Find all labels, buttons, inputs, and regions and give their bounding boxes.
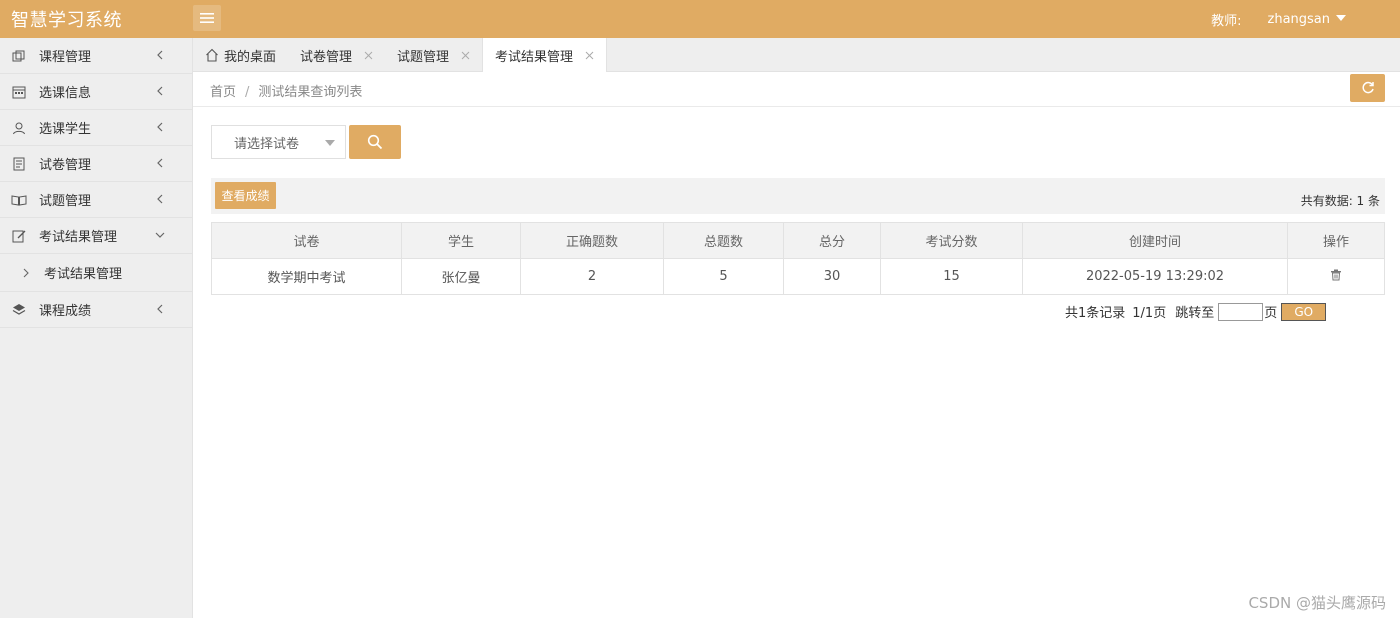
tab-paper-management[interactable]: 试卷管理 bbox=[288, 38, 385, 72]
pager-page-info: 1/1页 bbox=[1132, 306, 1167, 321]
sidebar-item-selected-students[interactable]: 选课学生 bbox=[0, 110, 192, 146]
sidebar-item-label: 选课信息 bbox=[39, 86, 92, 101]
calendar-icon bbox=[11, 84, 27, 100]
chevron-left-icon bbox=[157, 50, 163, 60]
username[interactable]: zhangsan bbox=[1268, 12, 1331, 27]
chevron-down-icon bbox=[155, 232, 165, 238]
cell-student: 张亿曼 bbox=[401, 258, 521, 295]
home-icon bbox=[206, 48, 218, 62]
column-header-total-questions: 总题数 bbox=[663, 222, 784, 259]
column-header-actions: 操作 bbox=[1287, 222, 1385, 259]
course-icon bbox=[11, 48, 27, 64]
pager-page-suffix: 页 bbox=[1264, 306, 1278, 321]
cell-total-score: 30 bbox=[783, 258, 881, 295]
paper-select[interactable]: 请选择试卷 bbox=[211, 125, 346, 159]
chevron-left-icon bbox=[157, 122, 163, 132]
chevron-right-icon bbox=[23, 268, 29, 277]
tab-bar: 我的桌面 试卷管理 试题管理 考试结果管理 bbox=[193, 38, 1400, 72]
sidebar-item-label: 试题管理 bbox=[39, 194, 92, 209]
role-label: 教师: bbox=[1211, 14, 1242, 29]
cell-correct: 2 bbox=[520, 258, 664, 295]
sidebar-item-label: 课程管理 bbox=[39, 50, 92, 65]
total-count: 共有数据: 1 条 bbox=[1300, 194, 1380, 208]
delete-icon[interactable] bbox=[1330, 269, 1342, 281]
tab-label: 试题管理 bbox=[397, 49, 450, 65]
column-header-student: 学生 bbox=[401, 222, 521, 259]
sidebar-item-label: 试卷管理 bbox=[39, 158, 92, 173]
refresh-button[interactable] bbox=[1350, 74, 1385, 102]
column-header-exam-score: 考试分数 bbox=[880, 222, 1023, 259]
sidebar: 课程管理 选课信息 选课学生 试卷管理 试题管理 考试结果管理 考试结果管理 课… bbox=[0, 38, 193, 618]
menu-toggle-button[interactable] bbox=[193, 5, 221, 31]
sidebar-item-question-management[interactable]: 试题管理 bbox=[0, 182, 192, 218]
search-icon bbox=[367, 134, 383, 150]
tab-question-management[interactable]: 试题管理 bbox=[385, 38, 482, 72]
view-grades-button[interactable]: 查看成绩 bbox=[215, 182, 276, 209]
sidebar-item-course-grades[interactable]: 课程成绩 bbox=[0, 292, 192, 328]
sidebar-item-label: 考试结果管理 bbox=[39, 230, 118, 245]
cell-paper: 数学期中考试 bbox=[211, 258, 402, 295]
pagination: 共1条记录 1/1页 跳转至 页 GO bbox=[1065, 302, 1327, 321]
results-table: 试卷 学生 正确题数 总题数 总分 考试分数 创建时间 操作 数学期中考试 张亿… bbox=[211, 222, 1385, 295]
layers-icon bbox=[11, 302, 27, 318]
user-area[interactable]: 教师: zhangsan bbox=[1211, 10, 1346, 29]
sidebar-item-paper-management[interactable]: 试卷管理 bbox=[0, 146, 192, 182]
table-row: 数学期中考试 张亿曼 2 5 30 15 2022-05-19 13:29:02 bbox=[211, 258, 1385, 295]
pager-jump-label: 跳转至 bbox=[1175, 306, 1215, 321]
breadcrumb-row: 首页 / 测试结果查询列表 bbox=[193, 72, 1400, 107]
tab-label: 我的桌面 bbox=[224, 49, 277, 65]
breadcrumb-home[interactable]: 首页 bbox=[210, 85, 236, 100]
sidebar-item-selection-info[interactable]: 选课信息 bbox=[0, 74, 192, 110]
sidebar-item-exam-results[interactable]: 考试结果管理 bbox=[0, 218, 192, 254]
search-button[interactable] bbox=[349, 125, 401, 159]
column-header-correct: 正确题数 bbox=[520, 222, 664, 259]
tab-my-desktop[interactable]: 我的桌面 bbox=[193, 38, 288, 72]
breadcrumb-current: 测试结果查询列表 bbox=[258, 85, 363, 100]
cell-actions bbox=[1287, 258, 1385, 295]
breadcrumb-separator: / bbox=[245, 85, 250, 100]
cell-total-questions: 5 bbox=[663, 258, 784, 295]
user-icon bbox=[11, 120, 27, 136]
breadcrumb: 首页 / 测试结果查询列表 bbox=[210, 81, 362, 100]
caret-down-icon[interactable] bbox=[1336, 14, 1346, 21]
refresh-icon bbox=[1361, 81, 1374, 94]
close-icon[interactable] bbox=[585, 51, 594, 60]
chevron-left-icon bbox=[157, 194, 163, 204]
chevron-left-icon bbox=[157, 86, 163, 96]
table-toolbar: 查看成绩 共有数据: 1 条 bbox=[211, 178, 1385, 214]
cell-created-time: 2022-05-19 13:29:02 bbox=[1022, 258, 1288, 295]
watermark: CSDN @猫头鹰源码 bbox=[1248, 594, 1386, 612]
close-icon[interactable] bbox=[364, 51, 373, 60]
sidebar-subitem-exam-results[interactable]: 考试结果管理 bbox=[0, 254, 192, 292]
sidebar-item-label: 课程成绩 bbox=[39, 304, 92, 319]
cell-exam-score: 15 bbox=[880, 258, 1023, 295]
select-placeholder: 请选择试卷 bbox=[234, 136, 300, 152]
column-header-paper: 试卷 bbox=[211, 222, 402, 259]
top-header: 智慧学习系统 教师: zhangsan bbox=[0, 0, 1400, 38]
tab-label: 考试结果管理 bbox=[495, 49, 574, 65]
app-title: 智慧学习系统 bbox=[11, 10, 122, 31]
table-header-row: 试卷 学生 正确题数 总题数 总分 考试分数 创建时间 操作 bbox=[211, 222, 1385, 259]
page-jump-input[interactable] bbox=[1218, 302, 1264, 321]
chevron-left-icon bbox=[157, 158, 163, 168]
sidebar-item-label: 选课学生 bbox=[39, 122, 92, 137]
book-icon bbox=[11, 192, 27, 208]
dropdown-arrow-icon bbox=[325, 140, 335, 146]
chevron-left-icon bbox=[157, 304, 163, 314]
document-icon bbox=[11, 156, 27, 172]
tab-label: 试卷管理 bbox=[300, 49, 353, 65]
tab-exam-results[interactable]: 考试结果管理 bbox=[482, 38, 608, 72]
pager-summary: 共1条记录 bbox=[1065, 306, 1126, 321]
go-button[interactable]: GO bbox=[1281, 302, 1327, 321]
close-icon[interactable] bbox=[461, 51, 470, 60]
menu-icon bbox=[200, 13, 214, 23]
column-header-total-score: 总分 bbox=[783, 222, 881, 259]
edit-icon bbox=[11, 228, 27, 244]
sidebar-subitem-label: 考试结果管理 bbox=[44, 267, 123, 282]
column-header-created-time: 创建时间 bbox=[1022, 222, 1288, 259]
sidebar-item-course-management[interactable]: 课程管理 bbox=[0, 38, 192, 74]
